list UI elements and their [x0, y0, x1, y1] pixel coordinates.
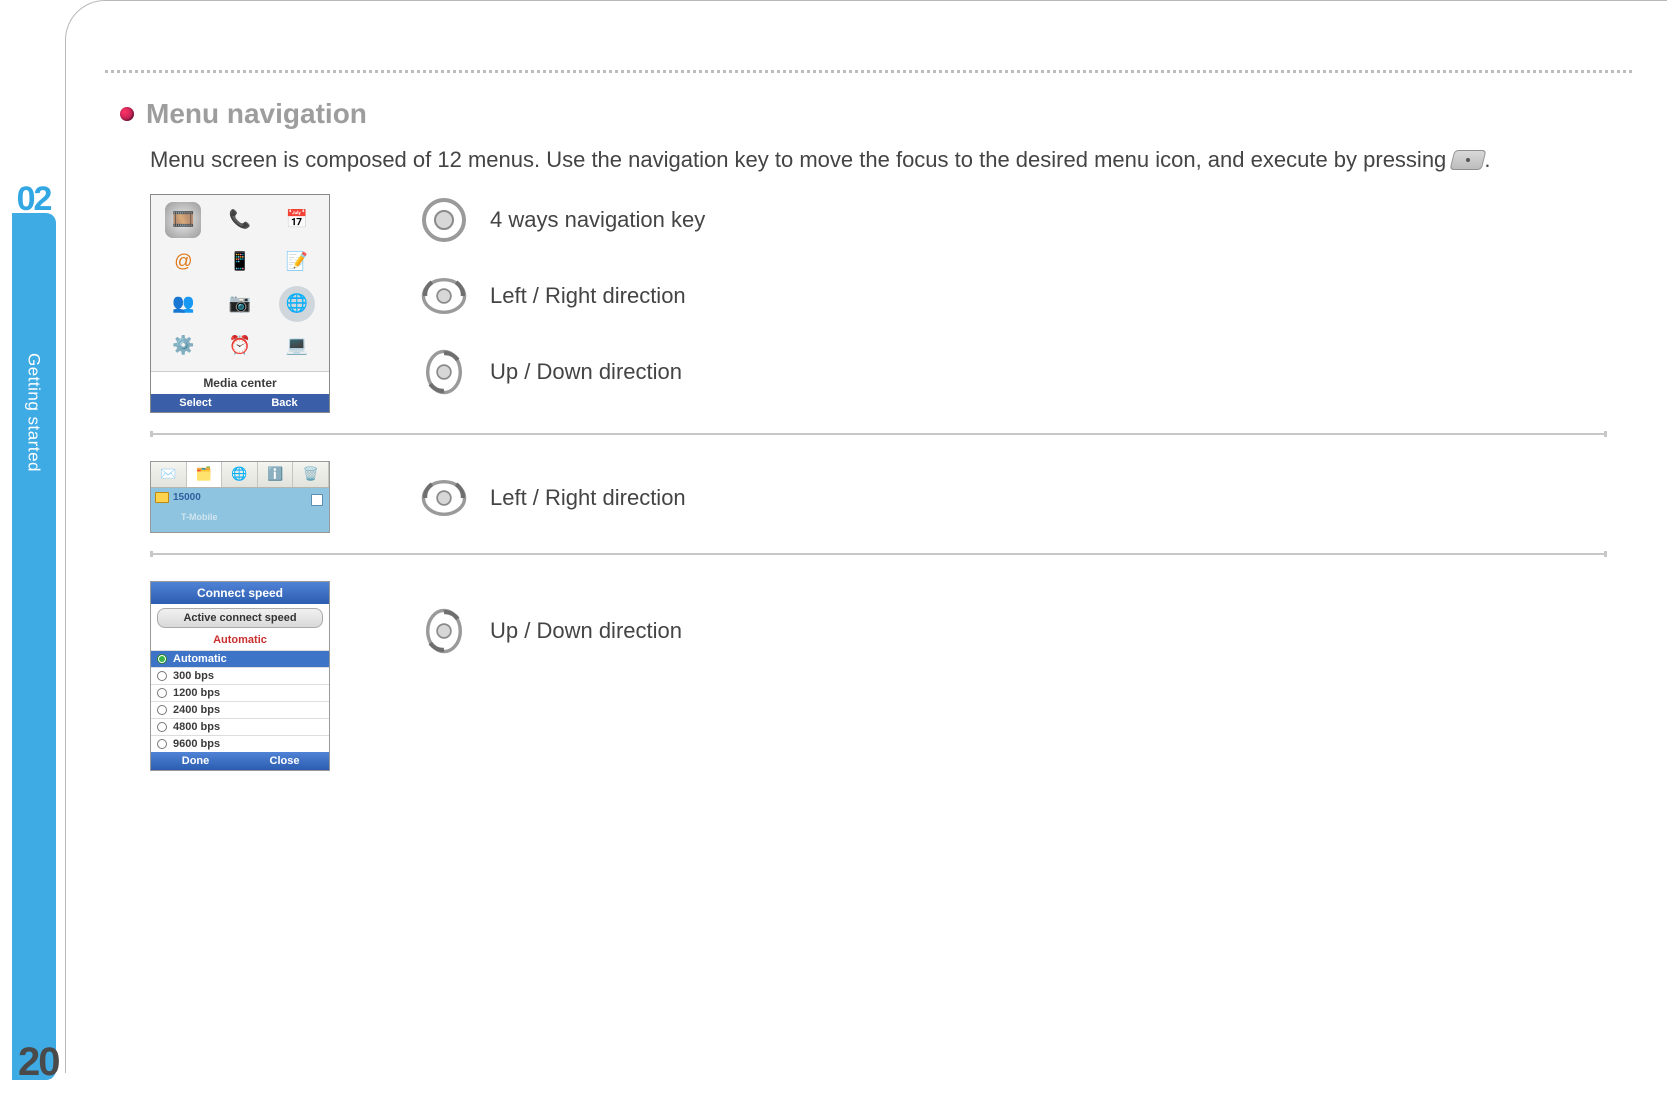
nav-updown-icon	[420, 348, 468, 396]
phone3-title: Connect speed	[151, 582, 329, 604]
nav-key-legend-3: Up / Down direction	[420, 581, 682, 655]
phone3-softkeys: Done Close	[151, 752, 329, 770]
section-title: Menu navigation	[146, 98, 367, 130]
phone3-option-label: 4800 bps	[173, 721, 220, 733]
nav-item-leftright: Left / Right direction	[420, 272, 705, 320]
phone3-option-label: 2400 bps	[173, 704, 220, 716]
phone1-selected-label: Media center	[151, 371, 329, 394]
envelope-icon	[155, 492, 169, 503]
nav-key-legend-1: 4 ways navigation key Left / Right direc…	[420, 194, 705, 396]
side-tab-label: Getting started	[24, 353, 44, 472]
intro-text: Menu screen is composed of 12 menus. Use…	[150, 144, 1607, 176]
phone2-calendar-icon	[311, 494, 323, 506]
intro-pre: Menu screen is composed of 12 menus. Use…	[150, 147, 1452, 172]
radio-icon	[157, 722, 167, 732]
nav-item-updown: Up / Down direction	[420, 348, 705, 396]
phone2-carrier: T-Mobile	[181, 512, 218, 522]
menu-icon-browser: 📱	[222, 244, 258, 280]
phone2-tab-5: 🗑️	[293, 462, 329, 487]
ok-key-icon	[1450, 150, 1487, 170]
phone2-message-row: 15000	[155, 492, 201, 503]
example-row-2: ✉️ 🗂️ 🌐 ℹ️ 🗑️ 15000 T-Mobile Left	[150, 461, 1607, 533]
content: Menu navigation Menu screen is composed …	[120, 98, 1607, 771]
menu-icon-camera: 📷	[222, 286, 258, 322]
phone3-softkey-right: Close	[240, 752, 329, 770]
phone2-tab-3: 🌐	[222, 462, 258, 487]
nav-item-4way: 4 ways navigation key	[420, 196, 705, 244]
phone3-option: 4800 bps	[151, 718, 329, 735]
example-row-3: Connect speed Active connect speed Autom…	[150, 581, 1607, 771]
phone3-option: 1200 bps	[151, 684, 329, 701]
nav-item-leftright-2: Left / Right direction	[420, 474, 686, 522]
menu-icon-call: 📞	[222, 202, 258, 238]
menu-icon-clock: ⏰	[222, 328, 258, 364]
phone2-count: 15000	[173, 492, 201, 503]
nav-leftright-icon	[420, 474, 468, 522]
menu-icon-email: @	[165, 244, 201, 280]
phone1-softkey-left: Select	[151, 394, 240, 412]
section-divider-1	[150, 431, 1607, 437]
phone1-softkeys: Select Back	[151, 394, 329, 412]
nav-updown-label-2: Up / Down direction	[490, 618, 682, 644]
phone3-button: Active connect speed	[157, 608, 323, 628]
phone3-option: 2400 bps	[151, 701, 329, 718]
menu-icon-globe: 🌐	[279, 286, 315, 322]
nav-updown-label: Up / Down direction	[490, 359, 682, 385]
menu-icon-settings: ⚙️	[165, 328, 201, 364]
nav-leftright-label-2: Left / Right direction	[490, 485, 686, 511]
nav-key-legend-2: Left / Right direction	[420, 472, 686, 522]
nav-4way-label: 4 ways navigation key	[490, 207, 705, 233]
phone3-softkey-left: Done	[151, 752, 240, 770]
phone3-option: Automatic	[151, 650, 329, 667]
phone3-option: 300 bps	[151, 667, 329, 684]
phone2-tab-4: ℹ️	[258, 462, 294, 487]
menu-icon-contacts: 👥	[165, 286, 201, 322]
nav-item-updown-2: Up / Down direction	[420, 607, 682, 655]
phone3-option-list: Automatic 300 bps 1200 bps 2400 bps 4800…	[151, 650, 329, 752]
phone-screenshot-menu: 🎞️ 📞 📅 @ 📱 📝 👥 📷 🌐 ⚙️ ⏰ 💻 Media center S…	[150, 194, 330, 413]
radio-icon	[157, 688, 167, 698]
phone3-option: 9600 bps	[151, 735, 329, 752]
menu-icon-media: 🎞️	[165, 202, 201, 238]
radio-icon	[157, 654, 167, 664]
phone2-tab-1: ✉️	[151, 462, 187, 487]
sidebar: 02 Getting started	[0, 180, 67, 1080]
bullet-icon	[120, 107, 134, 121]
phone2-tab-2: 🗂️	[187, 462, 223, 487]
section-heading: Menu navigation	[120, 98, 1607, 130]
phone3-option-label: Automatic	[173, 653, 227, 665]
phone1-softkey-right: Back	[240, 394, 329, 412]
nav-4way-icon	[420, 196, 468, 244]
radio-icon	[157, 705, 167, 715]
radio-icon	[157, 739, 167, 749]
side-tab: Getting started	[12, 213, 56, 1080]
nav-leftright-label: Left / Right direction	[490, 283, 686, 309]
menu-icon-notes: 📝	[279, 244, 315, 280]
phone3-current: Automatic	[151, 632, 329, 650]
dotted-divider	[105, 70, 1632, 73]
phone-screenshot-tabs: ✉️ 🗂️ 🌐 ℹ️ 🗑️ 15000 T-Mobile	[150, 461, 330, 533]
menu-icon-laptop: 💻	[279, 328, 315, 364]
section-divider-2	[150, 551, 1607, 557]
phone3-option-label: 9600 bps	[173, 738, 220, 750]
page-number: 20	[18, 1040, 59, 1085]
example-row-1: 🎞️ 📞 📅 @ 📱 📝 👥 📷 🌐 ⚙️ ⏰ 💻 Media center S…	[150, 194, 1607, 413]
phone3-option-label: 300 bps	[173, 670, 214, 682]
nav-leftright-icon	[420, 272, 468, 320]
nav-updown-icon	[420, 607, 468, 655]
phone-screenshot-connect-speed: Connect speed Active connect speed Autom…	[150, 581, 330, 771]
phone3-option-label: 1200 bps	[173, 687, 220, 699]
radio-icon	[157, 671, 167, 681]
menu-icon-calendar: 📅	[279, 202, 315, 238]
